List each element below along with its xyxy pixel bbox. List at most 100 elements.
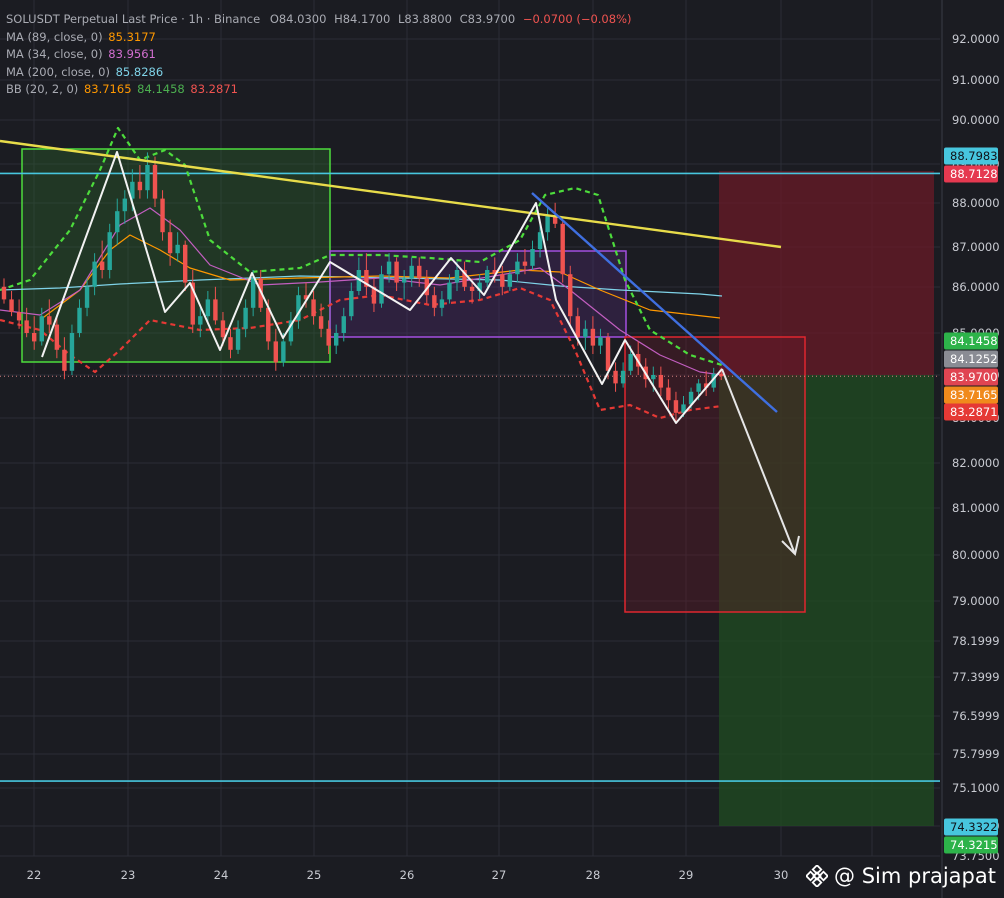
candle (213, 299, 218, 321)
candle (409, 265, 414, 279)
time-tick-label: 27 (492, 868, 507, 882)
candle (394, 261, 399, 283)
candle (107, 232, 112, 270)
candle (54, 324, 60, 350)
price-tick-label: 80.0000 (952, 548, 1000, 562)
candle (439, 299, 445, 308)
candle (1, 286, 7, 300)
legend-low: L83.8800 (397, 12, 452, 26)
candle (47, 316, 52, 325)
candle (318, 316, 324, 329)
candle (9, 299, 14, 312)
candle (401, 278, 407, 283)
candle (515, 261, 520, 275)
candle (145, 165, 150, 191)
legend-ma34-label: MA (34, close, 0) (6, 47, 103, 61)
candle (167, 232, 173, 254)
time-tick-label: 30 (774, 868, 789, 882)
price-tick-label: 76.5999 (952, 709, 1000, 723)
chart-root: 92.000091.000090.000089.000088.000087.00… (0, 0, 1004, 898)
candle (198, 316, 203, 325)
candle (311, 299, 316, 317)
candle (69, 333, 75, 371)
candle (24, 320, 29, 333)
candle (485, 270, 490, 283)
legend-ma200-row[interactable]: MA (200, close, 0) 85.8286 (6, 64, 631, 82)
legend-bb-upper: 84.1458 (137, 82, 185, 96)
price-tick-label: 78.1999 (952, 634, 1000, 648)
legend-bb-basis: 83.7165 (83, 82, 132, 96)
legend-bb-label: BB (20, 2, 0) (6, 82, 79, 96)
candle (568, 274, 573, 317)
candle (250, 278, 256, 308)
price-tick-label: 75.1000 (952, 781, 1000, 795)
candle (84, 286, 90, 308)
range-box-green[interactable] (21, 148, 331, 363)
price-tag-label-0: 88.7983 (950, 149, 998, 163)
time-tick-label: 28 (586, 868, 601, 882)
candle (613, 370, 618, 384)
candle (152, 165, 158, 199)
candle (658, 375, 664, 388)
price-chart[interactable]: 92.000091.000090.000089.000088.000087.00… (0, 0, 1004, 898)
price-tick-label: 86.0000 (952, 280, 1000, 294)
legend-bb-row[interactable]: BB (20, 2, 0) 83.7165 84.1458 83.2871 (6, 81, 631, 99)
legend-ma89-value: 85.3177 (108, 29, 156, 44)
price-tick-label: 87.0000 (952, 240, 1000, 254)
legend-ma89-row[interactable]: MA (89, close, 0) 85.3177 (6, 29, 631, 47)
candle (39, 316, 44, 342)
candle (175, 244, 180, 254)
candle (500, 274, 505, 287)
legend-ma34-row[interactable]: MA (34, close, 0) 83.9561 (6, 46, 631, 64)
time-tick-label: 25 (307, 868, 322, 882)
candle (99, 261, 105, 270)
candle (32, 333, 37, 342)
price-tick-label: 77.3999 (952, 670, 1000, 684)
price-tag-label-7: 74.3322 (950, 820, 998, 834)
legend-ma34-value: 83.9561 (108, 47, 156, 61)
time-tick-label: 26 (400, 868, 415, 882)
candle (243, 307, 248, 329)
candle (77, 307, 82, 333)
candle (122, 198, 127, 212)
candle (228, 337, 233, 350)
candle (530, 249, 535, 266)
price-tag-label-3: 84.1252 (950, 352, 998, 366)
candle (590, 328, 596, 346)
candle (183, 244, 188, 283)
time-tick-label: 24 (214, 868, 229, 882)
candle (447, 282, 452, 300)
legend-close: C83.9700 (459, 12, 516, 26)
binance-logo-icon (806, 865, 829, 887)
price-tick-label: 92.0000 (952, 32, 1000, 46)
candle (560, 223, 565, 275)
candle (326, 328, 331, 346)
candle (651, 375, 656, 380)
price-tag-label-4: 83.9700 (950, 370, 998, 384)
candle (719, 373, 724, 377)
time-tick-label: 23 (121, 868, 136, 882)
candle (62, 349, 67, 371)
candle (92, 261, 97, 287)
candle (666, 387, 671, 401)
candle (115, 211, 120, 233)
price-tick-label: 90.0000 (952, 113, 1000, 127)
candle (349, 291, 354, 317)
candle (220, 320, 226, 338)
candle (522, 261, 528, 266)
price-tag-label-2: 84.1458 (950, 334, 998, 348)
price-tick-label: 82.0000 (952, 456, 1000, 470)
legend-ma200-value: 85.8286 (115, 64, 164, 79)
candle (341, 316, 346, 333)
legend-ma89-label: MA (89, close, 0) (6, 29, 103, 44)
candle (266, 307, 271, 342)
candle (281, 341, 286, 363)
price-tick-label: 79.0000 (952, 594, 1000, 608)
candle (598, 337, 603, 346)
candle (432, 295, 437, 308)
candle (334, 333, 339, 346)
candle (583, 328, 588, 338)
watermark: @ Sim prajapat (806, 864, 996, 888)
chart-legend: SOLUSDT Perpetual Last Price · 1h · Bina… (6, 11, 631, 99)
legend-change: −0.0700 (−0.08%) (522, 12, 632, 26)
